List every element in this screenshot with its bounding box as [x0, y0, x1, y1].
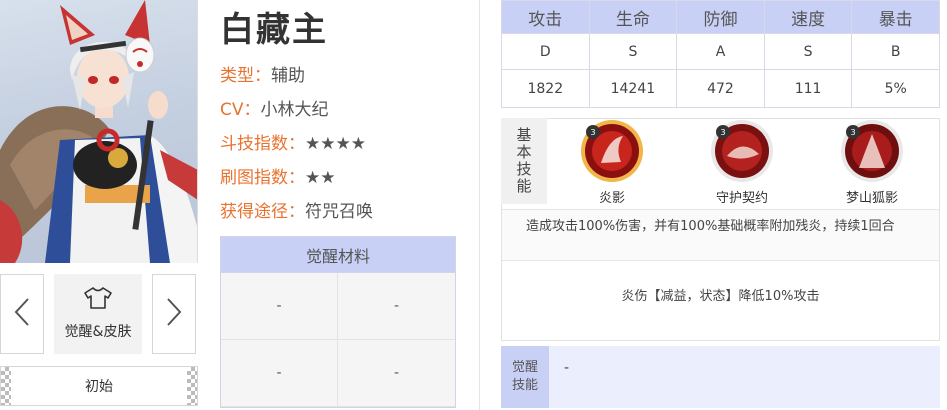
stat-header-crit: 暴击	[851, 0, 940, 34]
basic-skills-char: 本	[516, 143, 532, 161]
awaken-skin-label: 觉醒&皮肤	[64, 324, 132, 340]
initial-skin-label: 初始	[85, 379, 113, 395]
skill-guardian-contract[interactable]: 3 守护契约	[697, 118, 787, 206]
basic-skills-char: 技	[516, 160, 532, 178]
info-cv-key: CV：	[220, 100, 261, 120]
previous-skin-button[interactable]	[0, 274, 44, 354]
guardian-contract-skill-icon: 3	[711, 120, 773, 182]
material-cell: -	[221, 340, 338, 407]
awaken-skill-label: 觉醒 技能	[501, 346, 549, 408]
awaken-skill-label-line: 觉醒	[511, 360, 538, 375]
skill-name: 守护契约	[715, 191, 768, 206]
stat-header-defense: 防御	[676, 0, 765, 34]
basic-skills-char: 基	[516, 126, 532, 144]
stat-grade-speed: S	[763, 33, 853, 70]
stat-grade-attack: D	[501, 33, 590, 70]
stat-value-defense: 472	[676, 69, 765, 108]
initial-skin-tab[interactable]: 初始	[0, 366, 198, 406]
info-cv: CV：小林大纪	[220, 95, 329, 120]
chevron-right-icon	[166, 297, 182, 331]
basic-skills-char: 能	[516, 177, 532, 195]
character-name: 白藏主	[220, 10, 328, 50]
awaken-skill-value: -	[564, 360, 570, 376]
stat-grade-hp: S	[588, 33, 678, 70]
info-type-key: 类型：	[220, 66, 271, 86]
info-source-key: 获得途径：	[220, 202, 305, 222]
shirt-icon	[84, 287, 112, 313]
material-cell: -	[338, 340, 455, 407]
awaken-skill-label-line: 技能	[511, 378, 538, 393]
info-farming-value: ★★	[305, 168, 336, 188]
info-farming-rating: 刷图指数：★★	[220, 163, 335, 188]
stat-header-hp: 生命	[588, 0, 678, 34]
skill-fox-shadow[interactable]: 3 梦山狐影	[827, 118, 917, 206]
info-pvp-value: ★★★★	[305, 134, 366, 154]
info-type-value: 辅助	[271, 66, 305, 86]
stat-header-attack: 攻击	[501, 0, 590, 34]
stat-header-speed: 速度	[763, 0, 853, 34]
flame-shadow-skill-icon: 3	[581, 120, 643, 182]
svg-text:3: 3	[720, 128, 725, 137]
info-source: 获得途径：符咒召唤	[220, 197, 373, 222]
awaken-skill-panel	[501, 346, 940, 408]
stat-value-crit: 5%	[851, 69, 940, 108]
svg-text:3: 3	[590, 128, 595, 137]
awaken-materials-title: 觉醒材料	[221, 237, 455, 273]
stat-grade-defense: A	[676, 33, 765, 70]
stats-header-row: 攻击 生命 防御 速度 暴击	[501, 0, 940, 34]
skill-flame-shadow[interactable]: 3 炎影	[567, 118, 657, 206]
material-cell: -	[221, 273, 338, 340]
stat-grade-crit: B	[851, 33, 940, 70]
stats-grade-row: D S A S B	[501, 33, 940, 70]
character-portrait	[0, 0, 198, 263]
next-skin-button[interactable]	[152, 274, 196, 354]
skill-effect-note: 炎伤【减益，状态】降低10%攻击	[502, 262, 939, 340]
stats-table: 攻击 生命 防御 速度 暴击 D S A S B 1822 14241 472 …	[501, 0, 940, 108]
skill-name: 炎影	[598, 191, 625, 206]
stat-value-hp: 14241	[588, 69, 678, 108]
info-source-value: 符咒召唤	[305, 202, 373, 222]
info-farming-key: 刷图指数：	[220, 168, 305, 188]
basic-skills-label: 基 本 技 能	[501, 118, 547, 204]
awaken-skin-button[interactable]: 觉醒&皮肤	[54, 274, 142, 354]
column-divider	[479, 0, 480, 410]
info-pvp-rating: 斗技指数：★★★★	[220, 129, 366, 154]
stat-value-speed: 111	[763, 69, 853, 108]
info-type: 类型：辅助	[220, 61, 305, 86]
stats-value-row: 1822 14241 472 111 5%	[501, 69, 940, 108]
skill-name: 梦山狐影	[845, 191, 898, 206]
fox-shadow-skill-icon: 3	[841, 120, 903, 182]
material-cell: -	[338, 273, 455, 340]
chevron-left-icon	[14, 297, 30, 331]
awaken-materials-panel: 觉醒材料 - - - -	[220, 236, 456, 408]
skill-description: 造成攻击100%伤害，并有100%基础概率附加残炎，持续1回合	[502, 209, 939, 261]
info-pvp-key: 斗技指数：	[220, 134, 305, 154]
stat-value-attack: 1822	[501, 69, 590, 108]
svg-text:3: 3	[850, 128, 855, 137]
info-cv-value: 小林大纪	[260, 100, 329, 120]
